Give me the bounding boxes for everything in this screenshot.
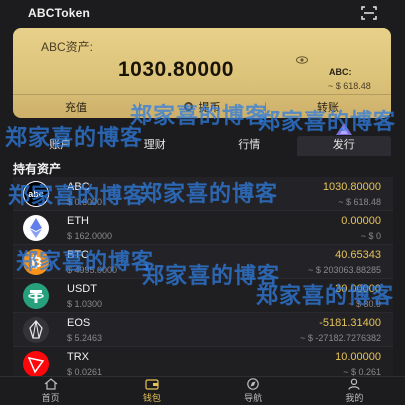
card-label: ABC资产: <box>41 40 94 54</box>
total-amount: 1030.80000 <box>118 58 234 81</box>
home-icon <box>44 378 58 391</box>
eye-icon[interactable] <box>296 51 308 64</box>
asset-price: $ 162.0000 <box>67 231 113 241</box>
asset-balance: 1030.80000 <box>322 181 381 193</box>
usdt-logo-icon <box>23 283 49 309</box>
asset-fiat: ~ $ 203063.88285 <box>308 265 381 275</box>
transfer-button[interactable]: 转账 <box>265 99 391 118</box>
scan-icon[interactable] <box>361 6 377 20</box>
withdraw-label: 提币 <box>198 101 221 114</box>
tab-profile[interactable]: 我的 <box>304 377 405 405</box>
coin-icon <box>183 102 193 111</box>
wallet-icon <box>145 378 159 391</box>
app-header: ABCToken <box>0 0 405 26</box>
tab-home[interactable]: 首页 <box>0 377 101 405</box>
asset-row-btc[interactable]: ₿ BTC $ 4995.0000 40.65343 ~ $ 203063.88… <box>13 245 393 279</box>
asset-symbol: TRX <box>67 351 89 363</box>
asset-price: $ 5.2463 <box>67 333 103 343</box>
bottom-tab-bar: 首页 钱包 导航 我的 <box>0 376 405 405</box>
card-fiat-value: ~ $ 618.48 <box>328 81 371 91</box>
transfer-label: 转账 <box>317 101 339 114</box>
card-actions: 充值 提币 转账 <box>13 94 391 118</box>
asset-price: $ 1.0300 <box>67 299 103 309</box>
abc-logo-icon: abc <box>23 181 49 207</box>
nav-account[interactable]: 账户 <box>13 136 108 156</box>
asset-balance: -5181.31400 <box>319 317 381 329</box>
asset-balance: 10.00000 <box>335 351 381 363</box>
asset-symbol: ABC <box>67 181 90 193</box>
asset-balance: 40.65343 <box>335 249 381 261</box>
withdraw-button[interactable]: 提币 <box>139 99 265 118</box>
tab-wallet-label: 钱包 <box>142 393 161 403</box>
asset-balance: 0.00000 <box>341 215 381 227</box>
nav-market-label: 行情 <box>238 139 261 151</box>
tab-navigate[interactable]: 导航 <box>203 377 304 405</box>
eth-logo-icon <box>23 215 49 241</box>
asset-symbol: USDT <box>67 283 97 295</box>
nav-finance[interactable]: 理财 <box>108 136 203 156</box>
asset-symbol: EOS <box>67 317 91 329</box>
nav-finance-label: 理财 <box>143 139 166 151</box>
asset-symbol: BTC <box>67 249 89 261</box>
deposit-label: 充值 <box>65 101 87 114</box>
app-title: ABCToken <box>28 6 91 20</box>
svg-text:₿: ₿ <box>30 254 42 271</box>
asset-row-usdt[interactable]: USDT $ 1.0300 30.00000 ~ $ 30.9 <box>13 279 393 313</box>
nav-issue[interactable]: 发行 <box>296 123 391 156</box>
card-unit: ABC: <box>329 67 352 77</box>
asset-row-eth[interactable]: ETH $ 162.0000 0.00000 ~ $ 0 <box>13 211 393 245</box>
nav-account-label: 账户 <box>49 139 72 151</box>
tab-profile-label: 我的 <box>345 393 364 403</box>
asset-list: abc ABC $ 0.6000 1030.80000 ~ $ 618.48 E… <box>13 177 393 381</box>
asset-balance: 30.00000 <box>335 283 381 295</box>
holdings-title: 持有资产 <box>13 162 62 176</box>
asset-symbol: ETH <box>67 215 89 227</box>
asset-card: ABC资产: 1030.80000 ABC: ~ $ 618.48 充值 提币 … <box>13 28 391 118</box>
compass-icon <box>246 378 260 391</box>
tab-home-label: 首页 <box>41 393 60 403</box>
triangle-icon <box>335 122 353 136</box>
eos-logo-icon <box>23 317 49 343</box>
asset-price: $ 4995.0000 <box>67 265 118 275</box>
tab-wallet[interactable]: 钱包 <box>101 377 202 405</box>
asset-fiat: ~ $ -27182.7276382 <box>300 333 381 343</box>
secondary-nav: 账户 理财 行情 发行 <box>13 122 391 156</box>
asset-row-abc[interactable]: abc ABC $ 0.6000 1030.80000 ~ $ 618.48 <box>13 177 393 211</box>
trx-logo-icon <box>23 351 49 377</box>
user-icon <box>347 378 361 391</box>
nav-market[interactable]: 行情 <box>202 136 297 156</box>
nav-issue-label: 发行 <box>332 139 355 151</box>
tab-navigate-label: 导航 <box>244 393 263 403</box>
deposit-button[interactable]: 充值 <box>13 99 139 115</box>
asset-fiat: ~ $ 618.48 <box>338 197 381 207</box>
svg-text:abc: abc <box>28 189 44 199</box>
asset-fiat: ~ $ 30.9 <box>348 299 381 309</box>
btc-logo-icon: ₿ <box>23 249 49 275</box>
asset-price: $ 0.6000 <box>67 197 103 207</box>
asset-fiat: ~ $ 0 <box>360 231 381 241</box>
asset-row-eos[interactable]: EOS $ 5.2463 -5181.31400 ~ $ -27182.7276… <box>13 313 393 347</box>
